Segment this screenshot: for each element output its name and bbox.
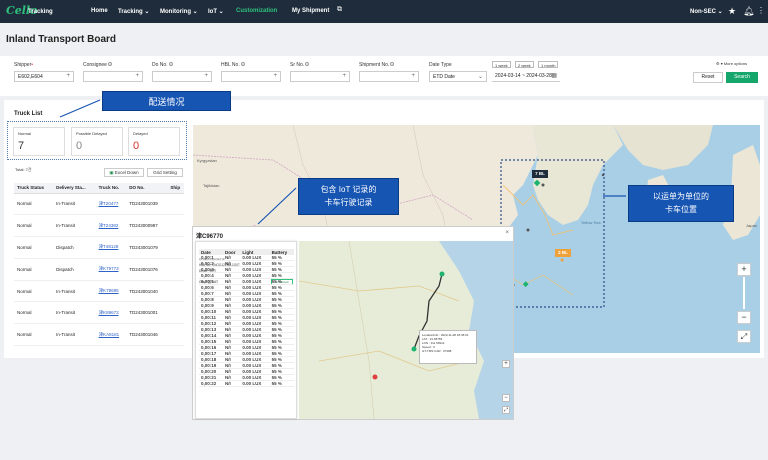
history-row: 0,00:6 N/I 0.00 LUX 55 % bbox=[199, 284, 294, 292]
history-row: 0,00:14 N/I 0.00 LUX 55 % bbox=[199, 332, 294, 340]
history-row: 0,00:12 N/I 0.00 LUX 55 % bbox=[199, 320, 294, 328]
history-row: 0,00:17 N/I 0.00 LUX 55 % bbox=[199, 350, 294, 358]
history-row: 0,00:20 N/I 0.00 LUX 55 % bbox=[199, 368, 294, 376]
fullscreen-icon[interactable]: ⤢ bbox=[502, 406, 510, 414]
route-zoom-out-button[interactable]: − bbox=[502, 394, 510, 402]
history-row: 0,00:7 N/I 0.00 LUX 55 % bbox=[199, 290, 294, 298]
history-row: 0,00:2 N/I 0.00 LUX 55 % bbox=[199, 260, 294, 268]
history-row: 0,00:16 N/I 0.00 LUX 55 % bbox=[199, 344, 294, 352]
history-row: 0,00:10 N/I 0.00 LUX 55 % bbox=[199, 308, 294, 316]
route-map-canvas bbox=[299, 241, 513, 419]
history-row: 0,00:11 N/I 0.00 LUX 55 % bbox=[199, 314, 294, 322]
truck-location-callout: 以运单为单位的 卡车位置 bbox=[628, 185, 734, 222]
delivery-status-callout: 配送情况 bbox=[102, 91, 231, 111]
truck-detail-modal: 津C96770 × Mission Information OK IoT His… bbox=[192, 226, 514, 420]
history-row: 0,00:9 N/I 0.00 LUX 55 % bbox=[199, 302, 294, 310]
history-cell: 55 % bbox=[269, 380, 294, 388]
history-row: 0,00:19 N/I 0.00 LUX 55 % bbox=[199, 362, 294, 370]
history-cell: 0.00 LUX bbox=[240, 380, 270, 388]
history-cell: N/I bbox=[223, 380, 241, 388]
history-row: 0,00:15 N/I 0.00 LUX 55 % bbox=[199, 338, 294, 346]
history-row: 0,00:3 N/I 0.00 LUX 55 % bbox=[199, 266, 294, 274]
location-info-popup: LocationInfo : 2023-11-28 18:45:01 LAT :… bbox=[419, 330, 477, 364]
history-row: 0,00:8 N/I 0.00 LUX 55 % bbox=[199, 296, 294, 304]
route-map[interactable] bbox=[299, 241, 513, 419]
history-row: 0,00:18 N/I 0.00 LUX 55 % bbox=[199, 356, 294, 364]
history-row: 0,00:21 N/I 0.00 LUX 55 % bbox=[199, 374, 294, 382]
history-row: 0,00:1 N/I 0.00 LUX 55 % bbox=[199, 255, 294, 262]
modal-title: 津C96770 bbox=[196, 234, 224, 240]
close-icon[interactable]: × bbox=[505, 230, 509, 236]
iot-history-callout: 包含 IoT 记录的 卡车行驶记录 bbox=[298, 178, 399, 215]
iot-history-panel: IoT History Detail DO No: 0053527F HBL N… bbox=[195, 241, 297, 419]
history-row: 0,00:22 N/I 0.00 LUX 55 % bbox=[199, 380, 294, 388]
history-row: 0,00:13 N/I 0.00 LUX 55 % bbox=[199, 326, 294, 334]
history-row: 0,00:5 N/I 0.00 LUX 55 % bbox=[199, 278, 294, 286]
history-cell: 0,00:22 bbox=[199, 380, 224, 388]
history-row: 0,00:4 N/I 0.00 LUX 55 % bbox=[199, 272, 294, 280]
route-zoom-in-button[interactable]: + bbox=[502, 360, 510, 368]
iot-history-table: Date Door Light Battery 0,00:1 N/I 0.00 LUX 55… bbox=[199, 249, 294, 388]
